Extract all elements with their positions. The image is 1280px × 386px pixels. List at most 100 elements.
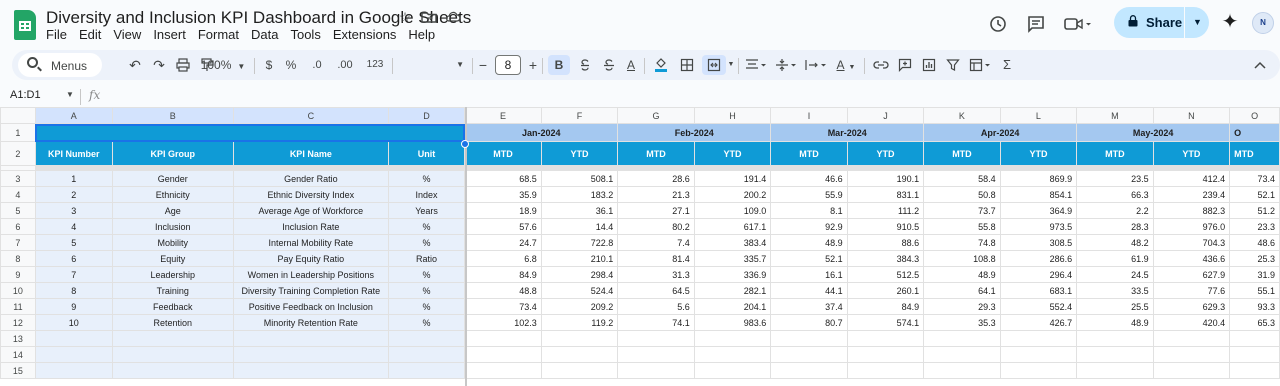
ytd-value-cell[interactable]: 384.3: [846, 250, 925, 267]
empty-cell[interactable]: [1229, 362, 1280, 379]
mtd-value-cell[interactable]: 37.4: [770, 298, 848, 315]
kpi-number-cell[interactable]: 4: [34, 218, 113, 235]
column-header-o[interactable]: O: [1229, 107, 1280, 124]
empty-cell[interactable]: [1229, 330, 1280, 347]
month-cell[interactable]: O: [1229, 123, 1280, 142]
ytd-value-cell[interactable]: 831.1: [846, 186, 925, 203]
mtd-value-cell[interactable]: 23.5: [1076, 170, 1154, 187]
gemini-sparkle-icon[interactable]: ✦: [1219, 11, 1241, 33]
select-all-corner[interactable]: [0, 107, 36, 124]
ytd-value-cell[interactable]: 36.1: [540, 202, 619, 219]
unit-cell[interactable]: Ratio: [387, 250, 466, 267]
header-cell[interactable]: MTD: [770, 141, 848, 166]
empty-cell[interactable]: [693, 362, 772, 379]
column-header-b[interactable]: B: [111, 107, 234, 124]
insert-chart-icon[interactable]: [918, 55, 940, 75]
text-rotation-icon[interactable]: A ▼: [832, 55, 860, 75]
column-header-h[interactable]: H: [693, 107, 772, 124]
ytd-value-cell[interactable]: 239.4: [1152, 186, 1231, 203]
mtd-value-cell[interactable]: 64.1: [923, 282, 1001, 299]
column-header-e[interactable]: E: [464, 107, 542, 124]
column-header-g[interactable]: G: [617, 107, 695, 124]
sheets-logo-icon[interactable]: [14, 10, 36, 40]
row-header[interactable]: 4: [0, 186, 36, 203]
move-folder-icon[interactable]: [421, 9, 437, 25]
row-header[interactable]: 14: [0, 346, 36, 363]
kpi-name-cell[interactable]: Average Age of Workforce: [232, 202, 389, 219]
ytd-value-cell[interactable]: 282.1: [693, 282, 772, 299]
number-format-button[interactable]: 123: [364, 55, 386, 75]
mtd-value-cell[interactable]: 46.6: [770, 170, 848, 187]
mtd-value-cell[interactable]: 80.7: [770, 314, 848, 331]
header-cell[interactable]: MTD: [1229, 141, 1280, 166]
kpi-number-cell[interactable]: 2: [34, 186, 113, 203]
kpi-group-cell[interactable]: Training: [111, 282, 234, 299]
empty-cell[interactable]: [111, 346, 234, 363]
row-header[interactable]: 2: [0, 141, 36, 166]
merged-header-cell[interactable]: [34, 123, 466, 142]
row-header[interactable]: 9: [0, 266, 36, 283]
empty-cell[interactable]: [34, 346, 113, 363]
share-dropdown-icon[interactable]: ▼: [1193, 17, 1202, 27]
ytd-value-cell[interactable]: 627.9: [1152, 266, 1231, 283]
unit-cell[interactable]: %: [387, 298, 466, 315]
menu-extensions[interactable]: Extensions: [333, 27, 403, 42]
ytd-value-cell[interactable]: 508.1: [540, 170, 619, 187]
empty-cell[interactable]: [846, 362, 925, 379]
unit-cell[interactable]: %: [387, 266, 466, 283]
ytd-value-cell[interactable]: 629.3: [1152, 298, 1231, 315]
mtd-value-cell[interactable]: 25.3: [1229, 250, 1280, 267]
kpi-number-cell[interactable]: 5: [34, 234, 113, 251]
mtd-value-cell[interactable]: 80.2: [617, 218, 695, 235]
mtd-value-cell[interactable]: 8.1: [770, 202, 848, 219]
kpi-name-cell[interactable]: Minority Retention Rate: [232, 314, 389, 331]
print-icon[interactable]: [174, 55, 192, 75]
menu-insert[interactable]: Insert: [153, 27, 192, 42]
row-header[interactable]: 15: [0, 362, 36, 379]
row-header[interactable]: 11: [0, 298, 36, 315]
unit-cell[interactable]: %: [387, 218, 466, 235]
kpi-number-cell[interactable]: 1: [34, 170, 113, 187]
empty-cell[interactable]: [617, 330, 695, 347]
empty-cell[interactable]: [111, 330, 234, 347]
ytd-value-cell[interactable]: 704.3: [1152, 234, 1231, 251]
ytd-value-cell[interactable]: 426.7: [999, 314, 1078, 331]
header-cell[interactable]: YTD: [846, 141, 925, 166]
text-wrap-icon[interactable]: [802, 55, 830, 75]
ytd-value-cell[interactable]: 722.8: [540, 234, 619, 251]
menu-help[interactable]: Help: [408, 27, 441, 42]
header-cell[interactable]: MTD: [617, 141, 695, 166]
empty-cell[interactable]: [540, 330, 619, 347]
ytd-value-cell[interactable]: 336.9: [693, 266, 772, 283]
mtd-value-cell[interactable]: 24.5: [1076, 266, 1154, 283]
empty-cell[interactable]: [464, 330, 542, 347]
column-header-m[interactable]: M: [1076, 107, 1154, 124]
column-header-d[interactable]: D: [387, 107, 466, 124]
increase-decimal-button[interactable]: .00: [332, 55, 358, 75]
empty-cell[interactable]: [693, 330, 772, 347]
empty-cell[interactable]: [846, 346, 925, 363]
frozen-columns-divider[interactable]: [465, 107, 467, 386]
menu-format[interactable]: Format: [198, 27, 245, 42]
row-header[interactable]: 10: [0, 282, 36, 299]
column-header-i[interactable]: I: [770, 107, 848, 124]
row-header[interactable]: 1: [0, 123, 36, 142]
empty-cell[interactable]: [999, 330, 1078, 347]
ytd-value-cell[interactable]: 910.5: [846, 218, 925, 235]
kpi-number-cell[interactable]: 9: [34, 298, 113, 315]
empty-cell[interactable]: [617, 346, 695, 363]
ytd-value-cell[interactable]: 973.5: [999, 218, 1078, 235]
row-header[interactable]: 12: [0, 314, 36, 331]
ytd-value-cell[interactable]: 298.4: [540, 266, 619, 283]
column-header-l[interactable]: L: [999, 107, 1078, 124]
empty-cell[interactable]: [1152, 346, 1231, 363]
ytd-value-cell[interactable]: 77.6: [1152, 282, 1231, 299]
kpi-number-cell[interactable]: 10: [34, 314, 113, 331]
kpi-name-cell[interactable]: Ethnic Diversity Index: [232, 186, 389, 203]
empty-cell[interactable]: [1229, 346, 1280, 363]
header-cell[interactable]: YTD: [1152, 141, 1231, 166]
strikethrough-icon[interactable]: [598, 55, 620, 75]
ytd-value-cell[interactable]: 976.0: [1152, 218, 1231, 235]
ytd-value-cell[interactable]: 204.1: [693, 298, 772, 315]
ytd-value-cell[interactable]: 308.5: [999, 234, 1078, 251]
